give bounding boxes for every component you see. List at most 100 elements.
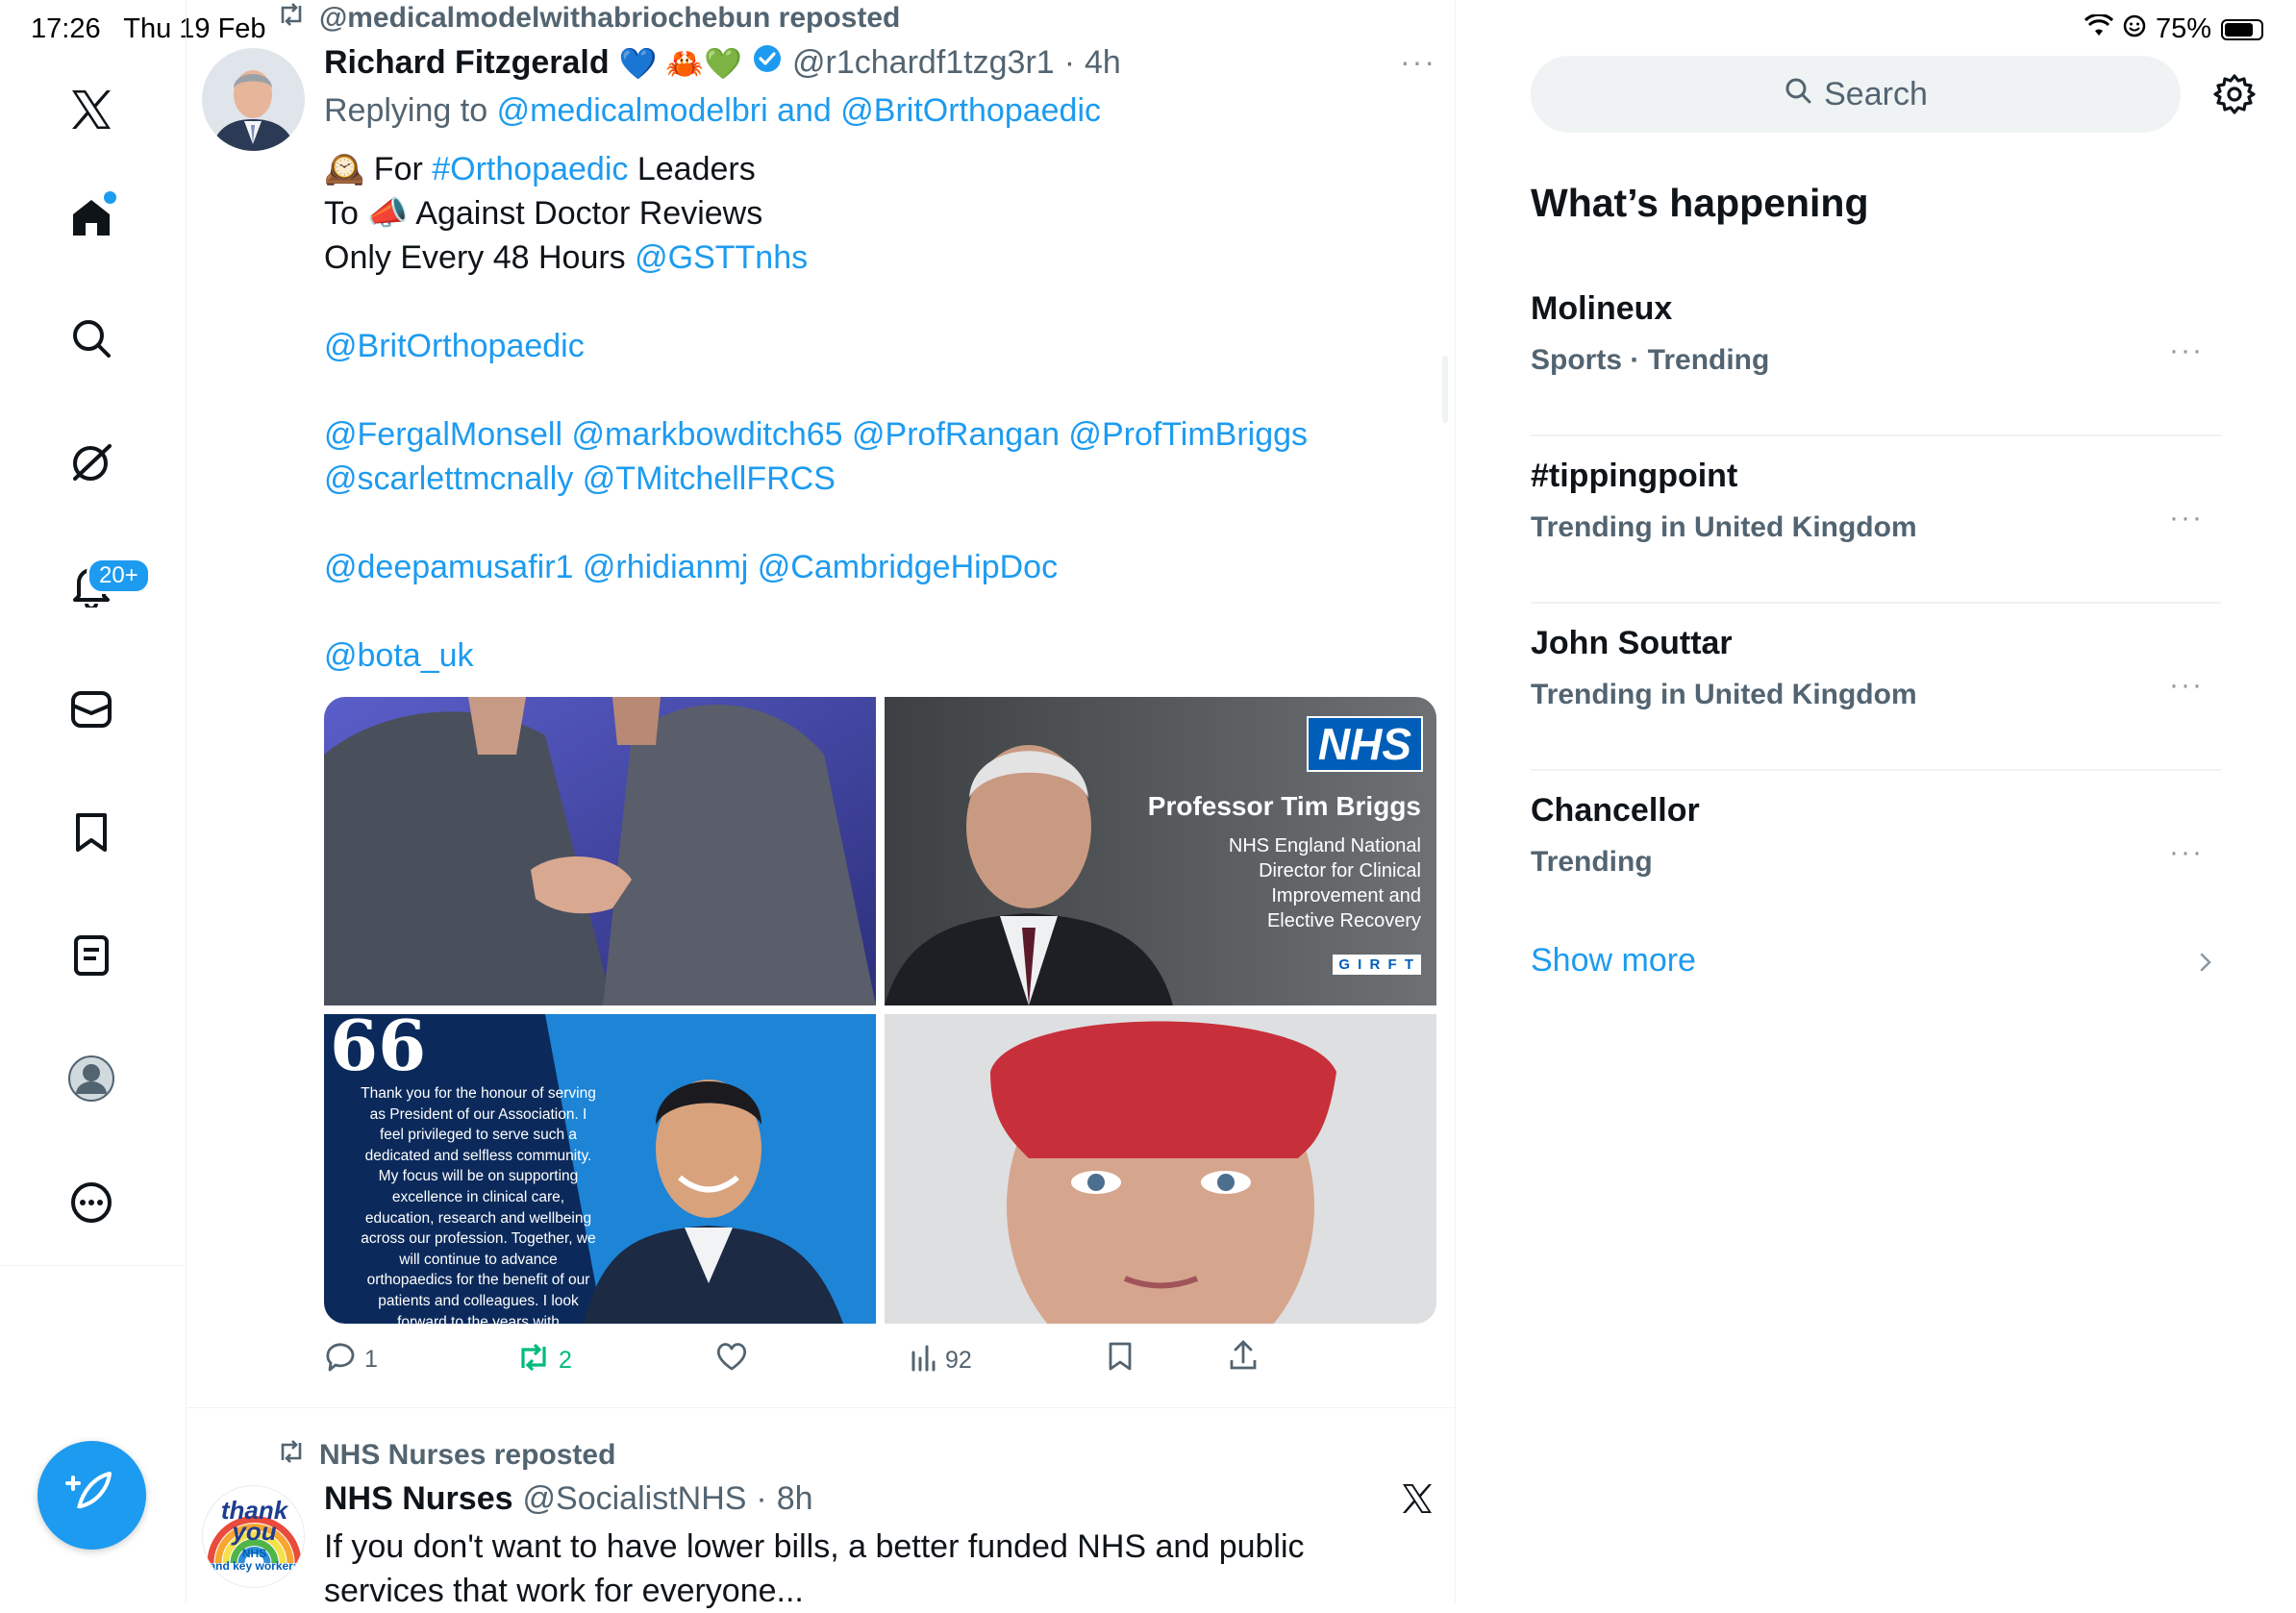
post2-header: NHS Nurses @SocialistNHS · 8h: [324, 1480, 813, 1518]
mention-block-3[interactable]: @deepamusafir1 @rhidianmj @CambridgeHipD…: [324, 545, 1430, 589]
mention-block-2b[interactable]: @scarlettmcnally @TMitchellFRCS: [324, 457, 1430, 501]
mention-block-4[interactable]: @bota_uk: [324, 633, 1430, 678]
sidebar-divider: [0, 1265, 186, 1266]
wifi-icon: [2084, 12, 2114, 45]
post2-line2: services that work for everyone...: [324, 1573, 804, 1609]
trend-item[interactable]: John Souttar Trending in United Kingdom …: [1531, 604, 2221, 771]
x-logo-icon[interactable]: [58, 76, 125, 143]
mention-block-1[interactable]: @BritOrthopaedic: [324, 324, 1430, 368]
tile2-line3: Improvement and: [1271, 885, 1421, 906]
search-icon: [70, 317, 112, 364]
nav-grok[interactable]: [58, 431, 125, 498]
chevron-right-icon[interactable]: [2196, 949, 2215, 980]
tile2-caption: NHS England National Director for Clinic…: [1229, 833, 1421, 933]
repost-active-icon: [516, 1343, 551, 1378]
nav-home[interactable]: [58, 186, 125, 253]
nav-lists[interactable]: [58, 924, 125, 991]
more-icon: [70, 1181, 112, 1228]
reply-and: and: [777, 92, 832, 129]
trend-item[interactable]: Molineux Sports · Trending ···: [1531, 269, 2221, 436]
post1-line3: Only Every 48 Hours @GSTTnhs: [324, 236, 1430, 280]
trend-item[interactable]: Chancellor Trending ···: [1531, 771, 2221, 938]
lists-icon: [73, 934, 110, 981]
compose-button[interactable]: [37, 1441, 146, 1550]
trend-more-button[interactable]: ···: [2169, 502, 2204, 534]
share-button[interactable]: [1228, 1339, 1259, 1378]
settings-gear-icon[interactable]: [2213, 73, 2256, 120]
trend-meta: Sports · Trending: [1531, 344, 1770, 376]
post2-separator: ·: [756, 1480, 767, 1517]
post1-line2: To 📣 Against Doctor Reviews: [324, 191, 1430, 236]
post2-handle[interactable]: @SocialistNHS: [523, 1480, 747, 1518]
post1-line1-end: Leaders: [636, 151, 756, 187]
bookmark-button[interactable]: [1107, 1341, 1134, 1378]
media-image-president-quote[interactable]: 66 Thank you for the honour of serving as…: [324, 1014, 876, 1324]
post2-author-name[interactable]: NHS Nurses: [324, 1480, 513, 1518]
timeline-scrollbar[interactable]: [1442, 356, 1448, 423]
tile3-quote-line: education, research and wellbeing: [364, 1209, 592, 1227]
trend-more-button[interactable]: ···: [2169, 669, 2204, 702]
tile3-quote-line: patients and colleagues. I look: [378, 1292, 579, 1309]
mention-block-2a[interactable]: @FergalMonsell @markbowditch65 @ProfRang…: [324, 412, 1430, 457]
nav-bookmarks[interactable]: [58, 801, 125, 868]
like-button[interactable]: [715, 1341, 756, 1378]
heart-icon: [715, 1341, 748, 1378]
post1-line1-text: For: [373, 151, 423, 187]
tile3-quote-line: dedicated and selfless community.: [364, 1147, 592, 1164]
post1-avatar[interactable]: [202, 48, 305, 151]
trend-item[interactable]: #tippingpoint Trending in United Kingdom…: [1531, 436, 2221, 604]
quote-mark: 66: [330, 1014, 427, 1086]
trend-name: John Souttar: [1531, 625, 1733, 661]
post1-header: Richard Fitzgerald 💙 🦀💚 @r1chardf1tzg3r1…: [324, 43, 1121, 83]
post2-age[interactable]: 8h: [777, 1480, 813, 1518]
notifications-badge: 20+: [87, 558, 151, 594]
media-image-portrait-woman[interactable]: [885, 1014, 1436, 1324]
tile3-quote-line: My focus will be on supporting: [378, 1168, 579, 1185]
media-image-tim-briggs[interactable]: NHS Professor Tim Briggs NHS England Nat…: [885, 697, 1436, 1005]
tile2-title: Professor Tim Briggs: [1147, 791, 1421, 821]
post1-author-emojis: 💙 🦀💚: [618, 45, 743, 81]
post1-handle[interactable]: @r1chardf1tzg3r1: [792, 44, 1055, 82]
mention-gsttnhs[interactable]: @GSTTnhs: [635, 239, 808, 276]
status-indicators: 75%: [2084, 12, 2263, 45]
tile3-quote-line: as President of our Association. I: [369, 1105, 587, 1123]
avatar-subtext: NHS and key workers: [203, 1548, 304, 1573]
post1-media-grid: NHS Professor Tim Briggs NHS England Nat…: [324, 697, 1436, 1324]
profile-icon: [67, 1055, 115, 1107]
x-logo-small-icon[interactable]: [1400, 1481, 1435, 1521]
media-image-handshake[interactable]: [324, 697, 876, 1005]
tile3-quote-line: orthopaedics for the benefit of our: [366, 1272, 590, 1289]
trend-more-button[interactable]: ···: [2169, 335, 2204, 367]
post1-author-name[interactable]: Richard Fitzgerald: [324, 44, 610, 82]
reply-mention-2[interactable]: @BritOrthopaedic: [840, 92, 1101, 129]
bookmark-icon: [1107, 1341, 1134, 1378]
messages-icon: [70, 690, 112, 733]
trend-name: Molineux: [1531, 290, 1673, 327]
tile3-quote-line: across our profession. Together, we: [361, 1230, 596, 1248]
trend-more-button[interactable]: ···: [2169, 836, 2204, 869]
show-more-link[interactable]: Show more: [1531, 942, 1696, 980]
nav-profile[interactable]: [58, 1047, 125, 1114]
post2-avatar[interactable]: thank you NHS and key workers: [202, 1485, 305, 1588]
hashtag-orthopaedic[interactable]: #Orthopaedic: [432, 151, 628, 187]
post2-text: If you don't want to have lower bills, a…: [324, 1525, 1430, 1613]
nav-more[interactable]: [58, 1171, 125, 1238]
post1-age[interactable]: 4h: [1085, 44, 1121, 82]
post1-reply-context: Replying to @medicalmodelbri and @BritOr…: [324, 92, 1101, 130]
avatar-text-2: you: [232, 1517, 277, 1546]
reply-mention-1[interactable]: @medicalmodelbri: [497, 92, 768, 129]
nav-messages[interactable]: [58, 678, 125, 745]
battery-percent: 75%: [2155, 13, 2211, 44]
views-button[interactable]: 92: [911, 1343, 972, 1378]
focus-icon: [2123, 13, 2146, 45]
search-bar[interactable]: Search: [1531, 56, 2181, 133]
post1-line2-end: Against Doctor Reviews: [415, 195, 763, 232]
post2-line1: If you don't want to have lower bills, a…: [324, 1528, 1305, 1565]
post1-text: 🕰️ For #Orthopaedic Leaders To 📣 Against…: [324, 147, 1430, 678]
nav-explore[interactable]: [58, 307, 125, 374]
reply-button[interactable]: 1: [324, 1341, 378, 1378]
megaphone-emoji: 📣: [367, 195, 409, 232]
post1-more-button[interactable]: ···: [1400, 44, 1436, 80]
avatar-text-4: and key workers: [209, 1559, 300, 1573]
repost-button[interactable]: 2: [516, 1343, 572, 1378]
